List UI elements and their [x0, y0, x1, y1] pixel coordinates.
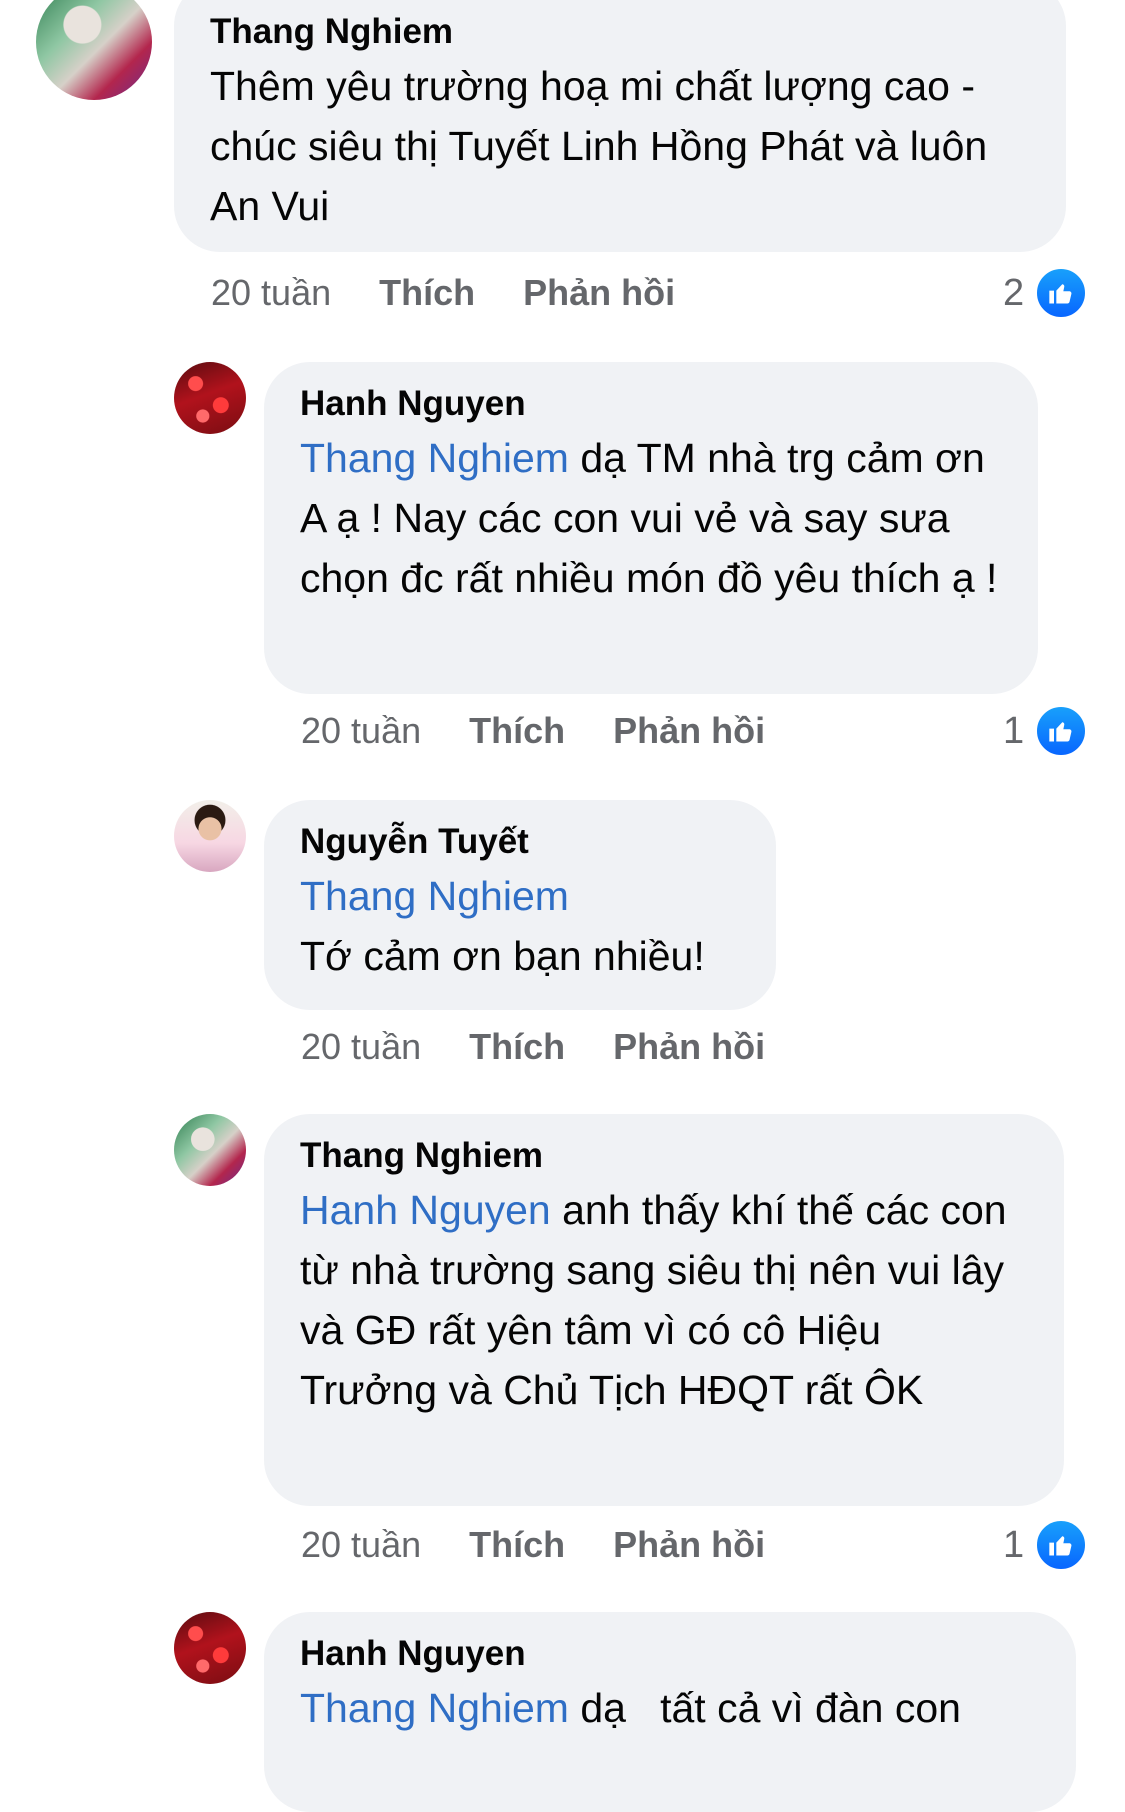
avatar[interactable]: [174, 1114, 246, 1186]
like-button[interactable]: Thích: [469, 1520, 565, 1570]
comment-bubble: Thang Nghiem Hanh Nguyen anh thấy khí th…: [264, 1114, 1064, 1506]
mention-link[interactable]: Thang Nghiem: [300, 873, 569, 919]
comment-bubble: Nguyễn Tuyết Thang Nghiem Tớ cảm ơn bạn …: [264, 800, 776, 1010]
reply-button[interactable]: Phản hồi: [613, 706, 765, 756]
comment-text: Thang Nghiem: [300, 866, 740, 926]
reaction-count[interactable]: 1: [1003, 704, 1089, 758]
comment-actions: 20 tuần Thích Phản hồi: [301, 706, 765, 756]
mention-link[interactable]: Hanh Nguyen: [300, 1187, 551, 1233]
comment-author[interactable]: Hanh Nguyen: [300, 1630, 1040, 1678]
reaction-count-value: 2: [1003, 271, 1025, 314]
thumbs-up-icon: [1034, 1518, 1089, 1572]
comment-bubble: Thang Nghiem Thêm yêu trường hoạ mi chất…: [174, 0, 1066, 252]
comment-actions: 20 tuần Thích Phản hồi: [301, 1520, 765, 1570]
comment-author[interactable]: Thang Nghiem: [210, 8, 1030, 56]
like-button[interactable]: Thích: [469, 1022, 565, 1072]
comment-text: Thêm yêu trường hoạ mi chất lượng cao - …: [210, 56, 1030, 236]
comment-actions: 20 tuần Thích Phản hồi: [211, 268, 675, 318]
comment-text-content: dạ tất cả vì đàn con: [568, 1685, 961, 1731]
reaction-count-value: 1: [1003, 1523, 1025, 1566]
comment-text: Hanh Nguyen anh thấy khí thế các con từ …: [300, 1180, 1028, 1420]
timestamp[interactable]: 20 tuần: [301, 706, 421, 756]
avatar[interactable]: [174, 362, 246, 434]
reaction-count-value: 1: [1003, 709, 1025, 752]
reply-button[interactable]: Phản hồi: [613, 1520, 765, 1570]
comment-actions: 20 tuần Thích Phản hồi: [301, 1022, 765, 1072]
reply-button[interactable]: Phản hồi: [523, 268, 675, 318]
comment-author[interactable]: Thang Nghiem: [300, 1132, 1028, 1180]
avatar[interactable]: [36, 0, 152, 100]
thumbs-up-icon: [1034, 704, 1089, 758]
comment-bubble: Hanh Nguyen Thang Nghiem dạ tất cả vì đà…: [264, 1612, 1076, 1812]
avatar[interactable]: [174, 1612, 246, 1684]
reply-button[interactable]: Phản hồi: [613, 1022, 765, 1072]
comment-text: Thang Nghiem dạ TM nhà trg cảm ơn A ạ ! …: [300, 428, 1002, 608]
timestamp[interactable]: 20 tuần: [301, 1022, 421, 1072]
comment-text-content: Thêm yêu trường hoạ mi chất lượng cao - …: [210, 63, 988, 229]
comment-bubble: Hanh Nguyen Thang Nghiem dạ TM nhà trg c…: [264, 362, 1038, 694]
like-button[interactable]: Thích: [379, 268, 475, 318]
like-button[interactable]: Thích: [469, 706, 565, 756]
timestamp[interactable]: 20 tuần: [301, 1520, 421, 1570]
reaction-count[interactable]: 2: [1003, 266, 1089, 320]
mention-link[interactable]: Thang Nghiem: [300, 435, 569, 481]
thumbs-up-icon: [1034, 266, 1089, 320]
avatar[interactable]: [174, 800, 246, 872]
timestamp[interactable]: 20 tuần: [211, 268, 331, 318]
comment-author[interactable]: Hanh Nguyen: [300, 380, 1002, 428]
reaction-count[interactable]: 1: [1003, 1518, 1089, 1572]
mention-link[interactable]: Thang Nghiem: [300, 1685, 569, 1731]
comment-text: Thang Nghiem dạ tất cả vì đàn con: [300, 1678, 1040, 1738]
comment-text-content: Tớ cảm ơn bạn nhiều!: [300, 933, 705, 979]
comment-author[interactable]: Nguyễn Tuyết: [300, 818, 740, 866]
